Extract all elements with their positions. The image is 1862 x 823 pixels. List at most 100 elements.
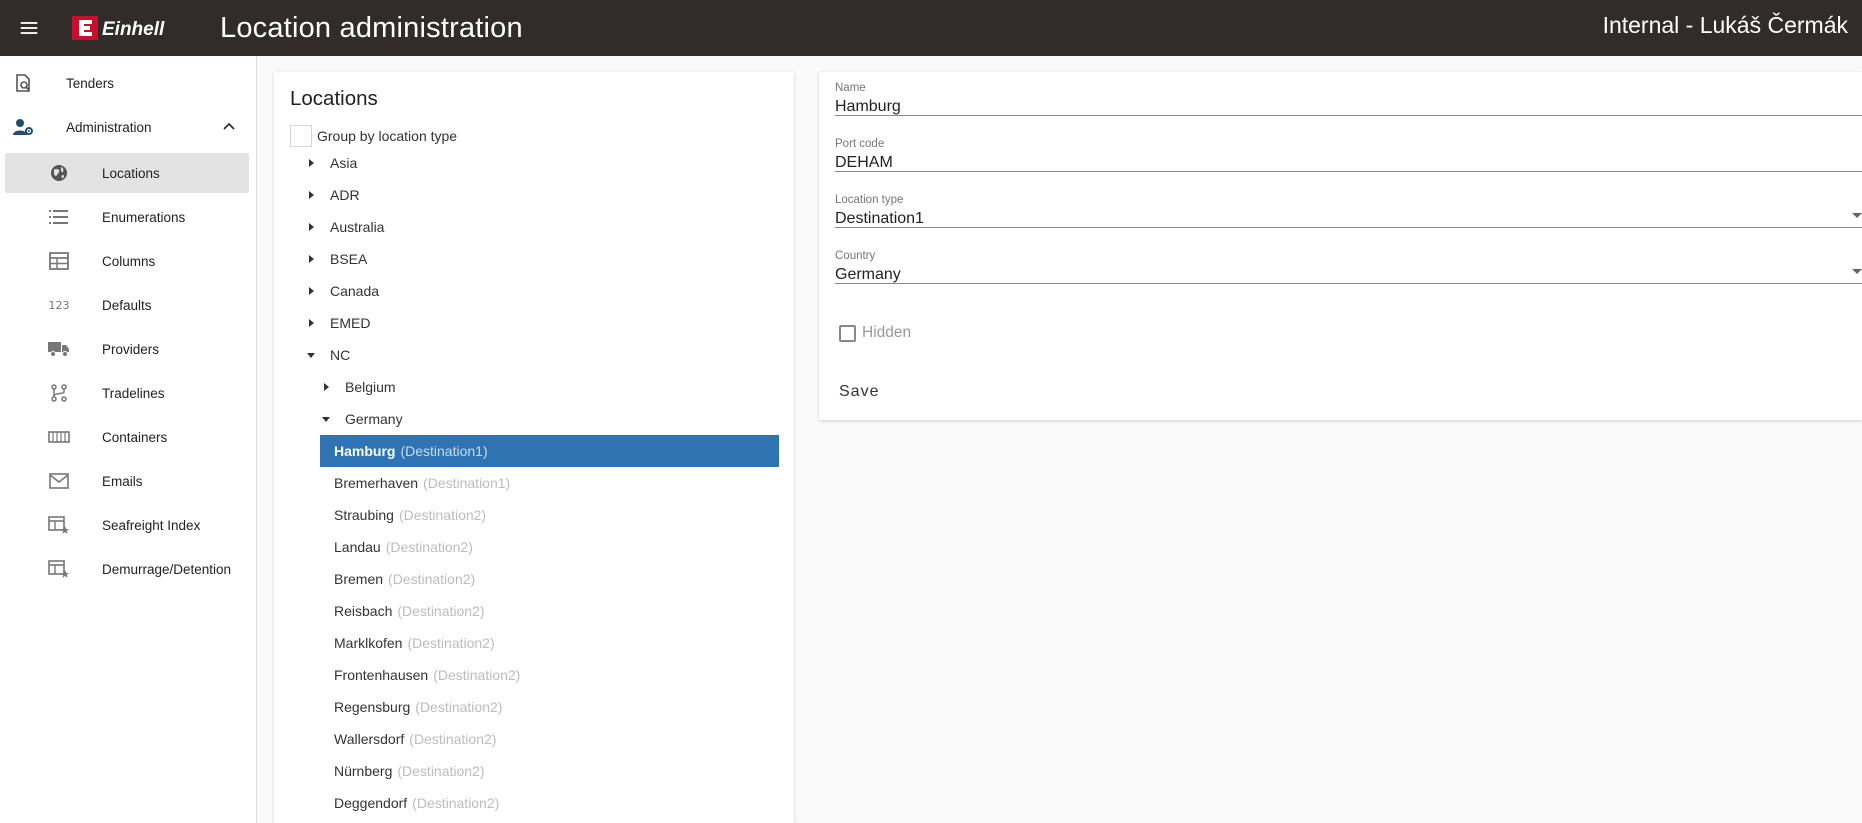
location-row-deggendorf[interactable]: Deggendorf (Destination2) <box>320 788 779 818</box>
location-row-hamburg[interactable]: Hamburg (Destination1) <box>320 435 779 467</box>
sidebar-item-label: Locations <box>102 165 160 181</box>
country-select[interactable]: Country Germany <box>835 240 1862 284</box>
location-type: (Destination2) <box>433 667 521 683</box>
tree-node-belgium[interactable]: Belgium <box>321 372 396 402</box>
tree-node-emed[interactable]: EMED <box>306 308 370 338</box>
caret-right-icon[interactable] <box>306 318 316 328</box>
dropdown-arrow-icon[interactable] <box>1852 213 1862 218</box>
location-name: Straubing <box>334 507 394 523</box>
tree-node-label: Canada <box>330 283 380 299</box>
port-code-field[interactable]: Port code DEHAM <box>835 128 1862 172</box>
tree-node-canada[interactable]: Canada <box>306 276 379 306</box>
sidebar-item-label: Enumerations <box>102 209 186 225</box>
sidebar-item-tradelines[interactable]: Tradelines <box>5 373 249 413</box>
location-name: Wallersdorf <box>334 731 405 747</box>
location-name: Marklkofen <box>334 635 403 651</box>
tree-node-australia[interactable]: Australia <box>306 212 384 242</box>
caret-right-icon[interactable] <box>306 286 316 296</box>
location-row-regensburg[interactable]: Regensburg (Destination2) <box>320 692 779 722</box>
location-type: (Destination2) <box>415 699 503 715</box>
caret-down-icon[interactable] <box>321 414 331 424</box>
caret-right-icon[interactable] <box>321 382 331 392</box>
location-type: (Destination2) <box>409 731 497 747</box>
country-value[interactable]: Germany <box>835 266 901 284</box>
tree-node-germany[interactable]: Germany <box>321 404 403 434</box>
location-row-marklkofen[interactable]: Marklkofen (Destination2) <box>320 628 779 658</box>
location-type: (Destination2) <box>398 507 487 523</box>
hidden-checkbox[interactable] <box>839 324 856 342</box>
sidebar-item-enumerations[interactable]: Enumerations <box>5 197 249 237</box>
hidden-label: Hidden <box>862 324 912 341</box>
sidebar-item-administration[interactable]: Administration <box>5 107 249 147</box>
locations-title: Locations <box>290 87 378 110</box>
location-name: Reisbach <box>334 603 393 619</box>
location-row-reisbach[interactable]: Reisbach (Destination2) <box>320 596 779 626</box>
location-type-value[interactable]: Destination1 <box>835 210 924 228</box>
caret-down-icon[interactable] <box>306 350 316 360</box>
tree-node-asia[interactable]: Asia <box>306 148 357 178</box>
name-label: Name <box>835 82 866 94</box>
sidebar-item-label: Containers <box>102 429 168 445</box>
tree-node-label: BSEA <box>330 251 368 267</box>
tree-node-label: EMED <box>330 315 371 331</box>
dropdown-arrow-icon[interactable] <box>1852 269 1862 274</box>
location-name: Nürnberg <box>334 763 393 779</box>
admin-icon <box>12 116 34 138</box>
sidebar-item-defaults[interactable]: 123 Defaults <box>5 285 249 325</box>
sidebar-item-label: Demurrage/Detention <box>102 561 232 577</box>
caret-right-icon[interactable] <box>306 254 316 264</box>
menu-icon[interactable] <box>0 0 58 56</box>
logo-wordmark: Einhell <box>102 19 165 40</box>
table-star-icon <box>48 558 70 580</box>
port-code-value[interactable]: DEHAM <box>835 154 893 172</box>
user-name[interactable]: Internal - Lukáš Čermák <box>1603 12 1848 39</box>
sidebar-item-demurrage-detention[interactable]: Demurrage/Detention <box>5 549 249 589</box>
sidebar-item-label: Emails <box>102 473 143 489</box>
route-icon <box>48 382 70 404</box>
sidebar-item-tenders[interactable]: Tenders <box>5 63 249 103</box>
tree-node-label: Asia <box>330 155 358 171</box>
sidebar-item-containers[interactable]: Containers <box>5 417 249 457</box>
name-field[interactable]: Name Hamburg <box>835 72 1862 116</box>
location-type: (Destination1) <box>400 443 488 459</box>
group-by-type-toggle[interactable]: Group by location type <box>290 125 457 147</box>
tree-node-label: Australia <box>330 219 385 235</box>
location-row-straubing[interactable]: Straubing (Destination2) <box>320 500 779 530</box>
caret-right-icon[interactable] <box>306 158 316 168</box>
location-row-wallersdorf[interactable]: Wallersdorf (Destination2) <box>320 724 779 754</box>
tree-node-bsea[interactable]: BSEA <box>306 244 367 274</box>
sidebar-item-providers[interactable]: Providers <box>5 329 249 369</box>
caret-right-icon[interactable] <box>306 222 316 232</box>
table-icon <box>48 250 70 272</box>
location-type: (Destination1) <box>423 475 511 491</box>
tree-node-adr[interactable]: ADR <box>306 180 360 210</box>
location-name: Hamburg <box>334 443 396 459</box>
group-by-label: Group by location type <box>317 128 458 144</box>
location-row-bremerhaven[interactable]: Bremerhaven (Destination1) <box>320 468 779 498</box>
location-row-frontenhausen[interactable]: Frontenhausen (Destination2) <box>320 660 779 690</box>
location-type: (Destination2) <box>412 795 500 811</box>
location-type-label: Location type <box>835 194 904 206</box>
location-type-select[interactable]: Location type Destination1 <box>835 184 1862 228</box>
sidebar-item-label: Tenders <box>66 75 115 91</box>
sidebar-item-columns[interactable]: Columns <box>5 241 249 281</box>
table-star-icon <box>48 514 70 536</box>
tree-node-nc[interactable]: NC <box>306 340 350 370</box>
list-icon <box>48 206 70 228</box>
truck-icon <box>48 338 70 360</box>
name-value[interactable]: Hamburg <box>835 98 901 116</box>
group-by-checkbox[interactable] <box>290 125 312 147</box>
einhell-logo[interactable]: Einhell <box>72 16 200 40</box>
location-row-nurnberg[interactable]: Nürnberg (Destination2) <box>320 756 779 786</box>
hidden-toggle[interactable]: Hidden <box>839 324 911 342</box>
sidebar-item-seafreight-index[interactable]: Seafreight Index <box>5 505 249 545</box>
caret-right-icon[interactable] <box>306 190 316 200</box>
location-row-landau[interactable]: Landau (Destination2) <box>320 532 779 562</box>
tree-node-label: Germany <box>345 411 403 427</box>
location-row-bremen[interactable]: Bremen (Destination2) <box>320 564 779 594</box>
chevron-up-icon[interactable] <box>221 119 237 135</box>
location-name: Bremerhaven <box>334 475 419 491</box>
sidebar-item-locations[interactable]: Locations <box>5 153 249 193</box>
save-button[interactable]: Save <box>839 383 879 401</box>
sidebar-item-emails[interactable]: Emails <box>5 461 249 501</box>
